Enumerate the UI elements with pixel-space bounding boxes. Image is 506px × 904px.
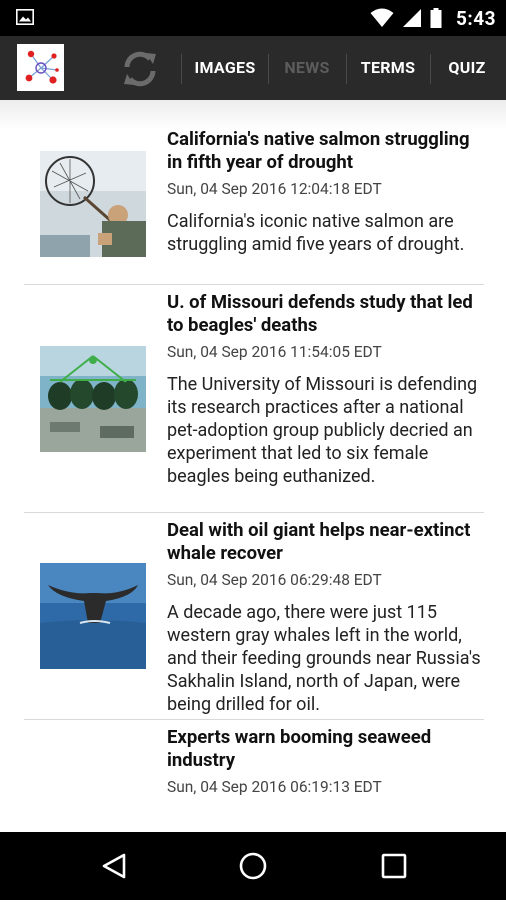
news-title: U. of Missouri defends study that led to… xyxy=(167,291,473,336)
signal-icon xyxy=(402,9,421,27)
home-button[interactable] xyxy=(223,832,283,900)
navigation-bar xyxy=(0,832,506,900)
tab-divider xyxy=(268,54,269,84)
news-summary: A decade ago, there were just 115 wester… xyxy=(167,602,481,715)
tab-divider xyxy=(430,54,431,84)
refresh-icon xyxy=(124,51,156,87)
back-icon xyxy=(102,853,126,879)
news-item[interactable]: U. of Missouri defends study that led to… xyxy=(0,285,506,513)
fisherman-net-photo xyxy=(40,151,146,257)
wifi-icon xyxy=(370,8,394,27)
news-title: California's native salmon struggling in… xyxy=(167,128,470,173)
clock: 5:43 xyxy=(455,6,496,30)
news-item[interactable]: California's native salmon struggling in… xyxy=(0,100,506,285)
action-bar: IMAGES NEWS TERMS QUIZ xyxy=(0,36,506,100)
news-summary: California's iconic native salmon are st… xyxy=(167,211,465,255)
news-title: Experts warn booming seaweed industry xyxy=(167,726,432,771)
battery-icon xyxy=(430,8,442,28)
news-item[interactable]: Deal with oil giant helps near-extinct w… xyxy=(0,513,506,720)
news-date: Sun, 04 Sep 2016 06:29:48 EDT xyxy=(167,571,382,589)
status-bar: 5:43 xyxy=(0,0,506,36)
news-date: Sun, 04 Sep 2016 11:54:05 EDT xyxy=(167,343,382,361)
whale-tail-photo xyxy=(40,563,146,669)
tab-quiz[interactable]: QUIZ xyxy=(436,36,498,100)
back-button[interactable] xyxy=(84,832,144,900)
news-summary: The University of Missouri is defending … xyxy=(167,374,478,487)
fishing-buoys-photo xyxy=(40,346,146,452)
news-title: Deal with oil giant helps near-extinct w… xyxy=(167,519,471,564)
news-date: Sun, 04 Sep 2016 06:19:13 EDT xyxy=(167,778,382,796)
recents-button[interactable] xyxy=(364,832,424,900)
tab-divider xyxy=(346,54,347,84)
tab-images[interactable]: IMAGES xyxy=(188,36,262,100)
news-list[interactable]: California's native salmon struggling in… xyxy=(0,100,506,832)
tab-terms[interactable]: TERMS xyxy=(352,36,424,100)
tab-divider xyxy=(181,54,182,84)
image-icon xyxy=(16,9,34,25)
news-date: Sun, 04 Sep 2016 12:04:18 EDT xyxy=(167,180,382,198)
recents-icon xyxy=(381,853,407,879)
news-item[interactable]: Experts warn booming seaweed industry Su… xyxy=(0,720,506,832)
app-logo-icon[interactable] xyxy=(17,44,64,91)
refresh-button[interactable] xyxy=(120,50,160,88)
tab-news[interactable]: NEWS xyxy=(274,36,340,100)
home-icon xyxy=(239,852,267,880)
